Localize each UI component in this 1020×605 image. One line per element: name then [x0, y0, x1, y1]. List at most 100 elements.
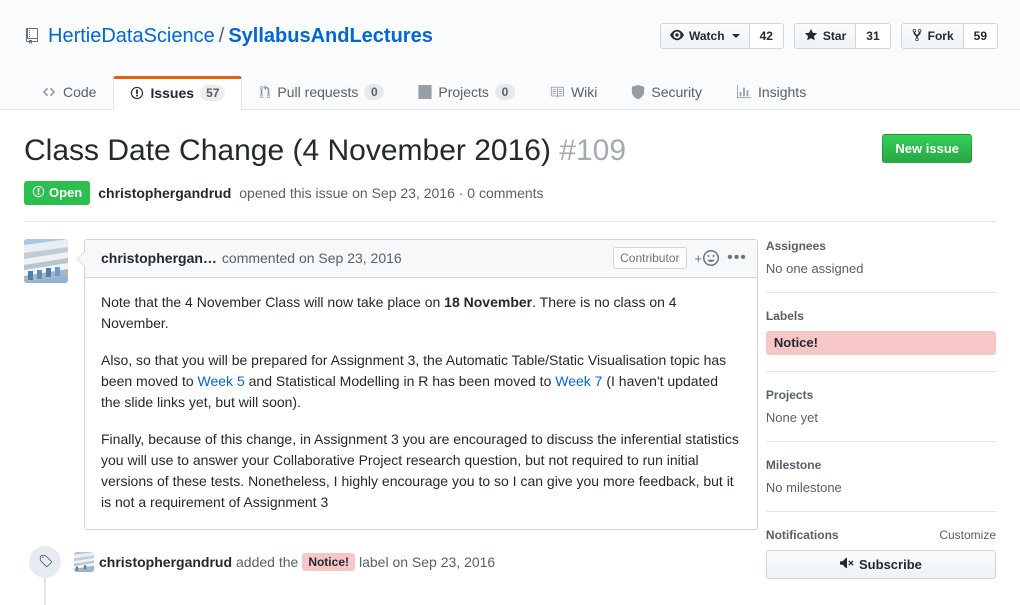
- tab-insights[interactable]: Insights: [719, 75, 823, 109]
- comment-box: christophergan… commented on Sep 23, 201…: [84, 239, 758, 530]
- event-text-before: added the: [236, 554, 298, 570]
- watch-button-group: Watch 42: [660, 23, 784, 49]
- new-issue-button[interactable]: New issue: [882, 134, 972, 163]
- book-icon: [549, 85, 565, 99]
- milestone-value: No milestone: [766, 480, 996, 495]
- repo-icon: [24, 28, 40, 44]
- issue-container: Class Date Change (4 November 2016) #109…: [0, 110, 1020, 579]
- graph-icon: [736, 85, 752, 99]
- assignees-value: No one assigned: [766, 261, 996, 276]
- subscribe-button[interactable]: Subscribe: [766, 550, 996, 579]
- milestone-title: Milestone: [766, 458, 821, 472]
- fork-button[interactable]: Fork: [901, 23, 964, 49]
- projects-heading[interactable]: Projects: [766, 388, 996, 402]
- tag-icon: [29, 546, 61, 578]
- week-5-link[interactable]: Week 5: [198, 373, 245, 389]
- issue-opened-icon: [32, 185, 45, 201]
- unmute-icon: [840, 556, 854, 573]
- tab-code-label: Code: [63, 84, 96, 100]
- tab-wiki-label: Wiki: [571, 84, 597, 100]
- subscribe-button-label: Subscribe: [859, 557, 922, 572]
- tab-security-label: Security: [651, 84, 702, 100]
- star-button-label: Star: [823, 29, 846, 43]
- status-badge-label: Open: [49, 186, 82, 200]
- tab-pull-requests[interactable]: Pull requests 0: [242, 75, 401, 109]
- label-notice[interactable]: Notice!: [766, 331, 996, 355]
- code-icon: [41, 85, 57, 99]
- timeline-rail: [44, 578, 46, 605]
- timeline-event-labeled: christophergandrud added the Notice! lab…: [29, 546, 758, 578]
- issue-author-link[interactable]: christophergandrud: [98, 185, 231, 201]
- event-label-badge[interactable]: Notice!: [302, 553, 355, 571]
- issue-number: #109: [559, 134, 626, 167]
- project-icon: [418, 85, 432, 99]
- event-author-link[interactable]: christophergandrud: [99, 554, 232, 570]
- notifications-heading: Notifications Customize: [766, 528, 996, 542]
- sidebar-divider-2: [766, 371, 996, 372]
- week-7-link[interactable]: Week 7: [555, 373, 602, 389]
- labels-heading[interactable]: Labels: [766, 309, 996, 323]
- issue-main-column: christophergan… commented on Sep 23, 201…: [24, 239, 758, 579]
- fork-button-label: Fork: [928, 29, 954, 43]
- shield-icon: [631, 85, 645, 99]
- star-icon: [804, 28, 818, 45]
- avatar[interactable]: [24, 239, 68, 283]
- add-reaction-icon[interactable]: +: [695, 250, 720, 266]
- comment-header: christophergan… commented on Sep 23, 201…: [85, 240, 757, 278]
- comment-paragraph-1: Note that the 4 November Class will now …: [101, 292, 741, 334]
- status-badge: Open: [24, 181, 90, 205]
- notifications-title: Notifications: [766, 528, 839, 542]
- tab-security[interactable]: Security: [614, 75, 719, 109]
- comment-body: Note that the 4 November Class will now …: [85, 278, 757, 529]
- star-button[interactable]: Star: [794, 23, 856, 49]
- git-pull-request-icon: [259, 85, 271, 99]
- tab-insights-label: Insights: [758, 84, 806, 100]
- projects-title: Projects: [766, 388, 813, 402]
- repo-owner-link[interactable]: HertieDataScience: [48, 24, 215, 48]
- issue-title-text: Class Date Change (4 November 2016): [24, 134, 551, 167]
- tab-projects-label: Projects: [438, 84, 489, 100]
- labels-title: Labels: [766, 309, 804, 323]
- star-button-group: Star 31: [794, 23, 891, 49]
- page-title: Class Date Change (4 November 2016) #109: [24, 132, 996, 170]
- customize-link[interactable]: Customize: [939, 528, 996, 542]
- issue-opened-text: opened this issue on Sep 23, 2016 · 0 co…: [239, 185, 543, 201]
- tab-code[interactable]: Code: [24, 75, 113, 109]
- kebab-horizontal-icon[interactable]: •••: [727, 253, 747, 263]
- sidebar-projects: Projects None yet: [766, 388, 996, 425]
- tab-issues[interactable]: Issues 57: [113, 76, 242, 110]
- issue-icon: [130, 86, 144, 100]
- tab-wiki[interactable]: Wiki: [532, 75, 614, 109]
- watch-button[interactable]: Watch: [660, 23, 750, 49]
- tab-projects[interactable]: Projects 0: [401, 75, 532, 109]
- comment-header-actions: Contributor + •••: [613, 247, 747, 269]
- fork-icon: [911, 28, 923, 45]
- issue-meta: Open christophergandrud opened this issu…: [24, 181, 996, 205]
- repo-name-link[interactable]: SyllabusAndLectures: [228, 24, 433, 48]
- pull-requests-count: 0: [364, 84, 384, 100]
- breadcrumb: HertieDataScience / SyllabusAndLectures: [24, 24, 433, 48]
- p2-text-b: and Statistical Modelling in R has been …: [245, 373, 556, 389]
- issue-header: Class Date Change (4 November 2016) #109…: [24, 110, 996, 222]
- event-text-after: label on Sep 23, 2016: [359, 554, 495, 570]
- assignees-heading[interactable]: Assignees: [766, 239, 996, 253]
- watch-button-label: Watch: [689, 29, 725, 43]
- comment-paragraph-3: Finally, because of this change, in Assi…: [101, 429, 741, 513]
- milestone-heading[interactable]: Milestone: [766, 458, 996, 472]
- comment-author-link[interactable]: christophergan…: [101, 250, 217, 266]
- sidebar-labels: Labels Notice!: [766, 309, 996, 355]
- repo-header: HertieDataScience / SyllabusAndLectures …: [0, 0, 1020, 110]
- event-avatar[interactable]: [74, 552, 94, 572]
- sidebar-divider-4: [766, 511, 996, 512]
- repo-actions: Watch 42 Star 31 Fork 59: [660, 23, 998, 49]
- chevron-down-icon: [732, 34, 740, 38]
- event-text: christophergandrud added the Notice! lab…: [99, 553, 495, 571]
- fork-button-group: Fork 59: [901, 23, 998, 49]
- issues-count: 57: [200, 85, 225, 101]
- repo-nav: Code Issues 57 Pull requests 0 Projects …: [24, 75, 823, 109]
- comment-paragraph-2: Also, so that you will be prepared for A…: [101, 350, 741, 413]
- sidebar-milestone: Milestone No milestone: [766, 458, 996, 495]
- sidebar-notifications: Notifications Customize Subscribe: [766, 528, 996, 579]
- fork-count: 59: [964, 23, 998, 49]
- tab-issues-label: Issues: [150, 85, 194, 101]
